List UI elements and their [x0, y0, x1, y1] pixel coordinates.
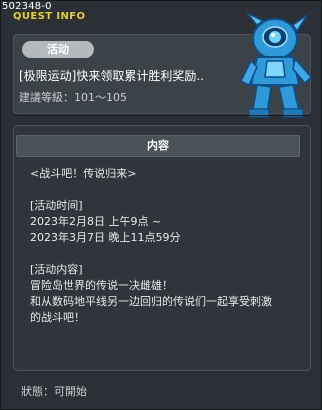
quest-status: 狀態：可開始 — [21, 385, 87, 398]
content-line — [30, 246, 300, 262]
content-body: <战斗吧！传说归来> [活动时间] 2023年2月8日 上午9点 ~ 2023年… — [30, 166, 300, 326]
robot-npc-icon — [239, 12, 313, 118]
section-divider — [13, 115, 311, 116]
content-line: 2023年3月7日 晚上11点59分 — [30, 231, 181, 244]
window-title: QUEST INFO — [13, 11, 86, 22]
content-line: [活动时间] — [30, 199, 83, 212]
content-line — [30, 182, 300, 198]
content-line: <战斗吧！传说归来> — [30, 167, 137, 180]
event-title: [极限运动]快来领取累计胜利奖励.. — [19, 69, 204, 83]
content-line: 冒险岛世界的传说一决雌雄！ — [30, 279, 173, 292]
event-tag: 活动 — [22, 41, 94, 58]
quest-info-window: 502348-0 QUEST INFO 活动 [极限运动]快来领取累计胜利奖励.… — [0, 0, 322, 410]
content-line: [活动内容] — [30, 263, 83, 276]
content-line: 的战斗吧！ — [30, 311, 85, 324]
content-line: 2023年2月8日 上午9点 ~ — [30, 215, 162, 228]
event-level: 建議等級：101～105 — [19, 91, 127, 104]
content-line: 和从数码地平线另一边回归的传说们一起享受刺激 — [30, 295, 272, 308]
content-header: 内容 — [16, 135, 300, 157]
